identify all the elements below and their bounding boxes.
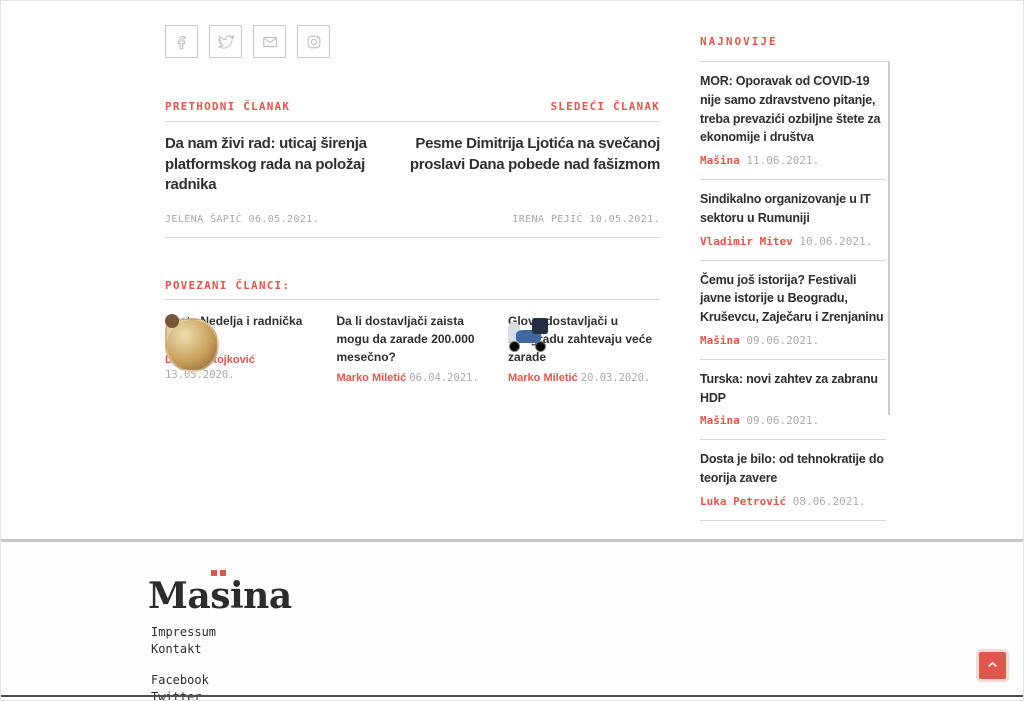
latest-news-meta: Mašina 11.06.2021. bbox=[700, 154, 886, 167]
latest-news-title[interactable]: Sindikalno organizovanje u IT sektoru u … bbox=[700, 192, 871, 225]
facebook-icon bbox=[172, 32, 192, 52]
scroll-to-top-button[interactable] bbox=[979, 652, 1006, 679]
latest-news-meta: Vladimir Mitev 10.06.2021. bbox=[700, 235, 886, 248]
latest-news-date: 09.06.2021. bbox=[746, 334, 819, 347]
divider bbox=[165, 121, 660, 122]
footer-link-kontakt[interactable]: Kontakt bbox=[151, 641, 216, 658]
chevron-up-icon bbox=[986, 658, 999, 674]
related-articles-heading: POVEZANI ČLANCI: bbox=[165, 279, 660, 292]
next-article-byline: IRENA PEJIĆ 10.05.2021. bbox=[512, 214, 660, 227]
latest-news-meta: Mašina 09.06.2021. bbox=[700, 334, 886, 347]
footer: Masina Impressum Kontakt Facebook Twitte… bbox=[1, 539, 1023, 701]
latest-news-author[interactable]: Mašina bbox=[700, 414, 740, 427]
related-article-author[interactable]: Marko Miletić bbox=[337, 372, 407, 384]
related-article-card: Sveta Nedelja i radnička prava Dragan St… bbox=[165, 312, 317, 386]
next-article-date: 10.05.2021. bbox=[589, 214, 660, 225]
article-nav-bylines: JELENA ŠAPIĆ 06.05.2021. IRENA PEJIĆ 10.… bbox=[165, 214, 660, 227]
twitter-icon bbox=[216, 32, 236, 52]
email-icon bbox=[260, 32, 280, 52]
next-article-author[interactable]: IRENA PEJIĆ bbox=[512, 214, 583, 225]
next-article-label[interactable]: SLEDEĆI ČLANAK bbox=[550, 100, 660, 113]
logo-red-caron-dots bbox=[211, 570, 217, 576]
latest-news-date: 08.06.2021. bbox=[793, 495, 866, 508]
related-articles-section: POVEZANI ČLANCI: Sveta Nede bbox=[165, 279, 660, 386]
logo-text-prefix: Ma bbox=[148, 575, 210, 617]
divider bbox=[165, 237, 660, 238]
latest-news-title[interactable]: Turska: novi zahtev za zabranu HDP bbox=[700, 372, 878, 405]
latest-news-title[interactable]: Čemu još istorija? Festivali javne istor… bbox=[700, 273, 883, 325]
latest-news-item: MOR: Oporavak od COVID-19 nije samo zdra… bbox=[700, 62, 886, 180]
latest-news-item: Dosta je bilo: od tehnokratije do teorij… bbox=[700, 440, 886, 521]
instagram-share-button[interactable] bbox=[297, 25, 330, 58]
latest-news-heading: NAJNOVIJE bbox=[700, 35, 890, 48]
logo-s-char: s bbox=[210, 575, 230, 617]
related-article-meta: Marko Miletić 06.04.2021. bbox=[337, 371, 489, 386]
latest-news-date: 11.06.2021. bbox=[746, 154, 819, 167]
related-articles-row: Sveta Nedelja i radnička prava Dragan St… bbox=[165, 312, 660, 386]
latest-news-title[interactable]: MOR: Oporavak od COVID-19 nije samo zdra… bbox=[700, 74, 880, 144]
related-article-date: 13.05.2020. bbox=[165, 369, 235, 381]
related-article-date: 20.03.2020. bbox=[581, 372, 651, 384]
logo-letter-s: s bbox=[210, 575, 230, 617]
related-article-date: 06.04.2021. bbox=[409, 372, 479, 384]
related-article-card: Glovo dostavljači u Beogradu zahtevaju v… bbox=[508, 312, 660, 386]
related-article-author[interactable]: Marko Miletić bbox=[508, 372, 578, 384]
email-share-button[interactable] bbox=[253, 25, 286, 58]
latest-news-date: 10.06.2021. bbox=[799, 235, 872, 248]
latest-news-sidebar: NAJNOVIJE MOR: Oporavak od COVID-19 nije… bbox=[700, 31, 890, 521]
latest-news-item: Turska: novi zahtev za zabranu HDP Mašin… bbox=[700, 360, 886, 441]
related-article-meta: Marko Miletić 20.03.2020. bbox=[508, 371, 660, 386]
latest-news-item: Čemu još istorija? Festivali javne istor… bbox=[700, 261, 886, 360]
page: PRETHODNI ČLANAK SLEDEĆI ČLANAK Da nam ž… bbox=[0, 0, 1024, 701]
article-navigation: PRETHODNI ČLANAK SLEDEĆI ČLANAK Da nam ž… bbox=[165, 100, 660, 238]
prev-article-byline: JELENA ŠAPIĆ 06.05.2021. bbox=[165, 214, 319, 227]
twitter-share-button[interactable] bbox=[209, 25, 242, 58]
latest-news-title[interactable]: Dosta je bilo: od tehnokratije do teorij… bbox=[700, 452, 884, 485]
latest-news-meta: Luka Petrović 08.06.2021. bbox=[700, 495, 886, 508]
latest-news-meta: Mašina 09.06.2021. bbox=[700, 414, 886, 427]
latest-news-author[interactable]: Mašina bbox=[700, 154, 740, 167]
related-article-title[interactable]: Da li dostavljači zaista mogu da zarade … bbox=[337, 314, 475, 364]
prev-article-author[interactable]: JELENA ŠAPIĆ bbox=[165, 214, 242, 225]
latest-news-author[interactable]: Vladimir Mitev bbox=[700, 235, 793, 248]
footer-link-impressum[interactable]: Impressum bbox=[151, 624, 216, 641]
social-share-row bbox=[165, 25, 330, 58]
footer-links-primary: Impressum Kontakt bbox=[151, 624, 216, 658]
latest-news-author[interactable]: Luka Petrović bbox=[700, 495, 786, 508]
article-nav-titles: Da nam živi rad: uticaj širenja platform… bbox=[165, 134, 660, 214]
prev-article-title[interactable]: Da nam živi rad: uticaj širenja platform… bbox=[165, 134, 398, 214]
divider bbox=[165, 299, 660, 300]
logo-text-suffix: ina bbox=[230, 575, 292, 617]
next-article-title[interactable]: Pesme Dimitrija Ljotića na svečanoj pros… bbox=[398, 134, 660, 214]
instagram-icon bbox=[304, 32, 324, 52]
latest-news-item: Sindikalno organizovanje u IT sektoru u … bbox=[700, 180, 886, 261]
facebook-share-button[interactable] bbox=[165, 25, 198, 58]
article-nav-labels: PRETHODNI ČLANAK SLEDEĆI ČLANAK bbox=[165, 100, 660, 113]
latest-news-author[interactable]: Mašina bbox=[700, 334, 740, 347]
latest-news-date: 09.06.2021. bbox=[746, 414, 819, 427]
prev-article-date: 06.05.2021. bbox=[248, 214, 319, 225]
footer-link-facebook[interactable]: Facebook bbox=[151, 672, 209, 689]
sidebar-scrollbar[interactable] bbox=[888, 61, 890, 415]
related-article-card: Da li dostavljači zaista mogu da zarade … bbox=[337, 312, 489, 386]
window-bottom-edge bbox=[1, 695, 1023, 697]
site-logo[interactable]: Masina bbox=[148, 575, 292, 617]
prev-article-label[interactable]: PRETHODNI ČLANAK bbox=[165, 100, 290, 113]
